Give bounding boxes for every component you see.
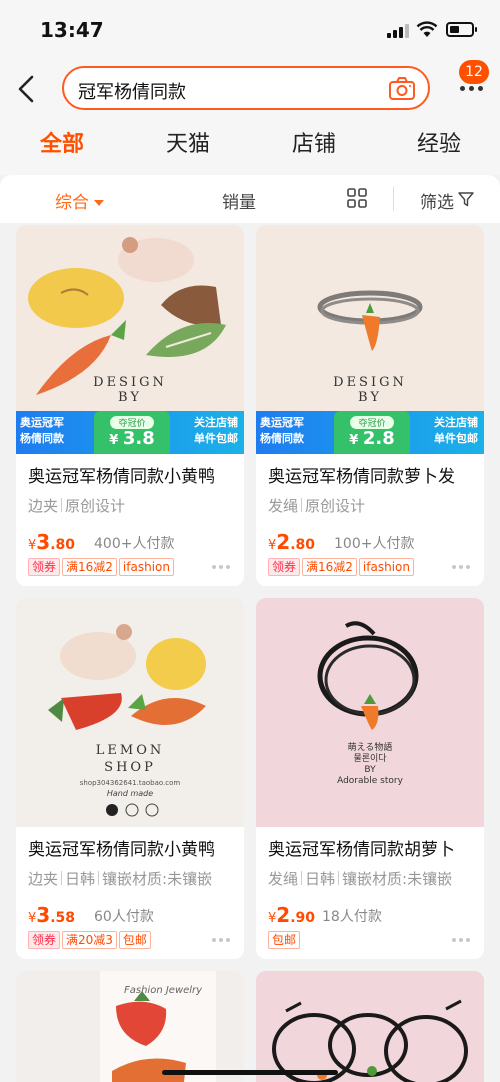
black-hair-tie-illustration — [256, 598, 484, 827]
product-card[interactable]: Fashion Jewelry — [16, 971, 244, 1082]
product-title[interactable]: 奥运冠军杨倩同款小黄鸭 — [28, 462, 238, 487]
card-more-icon[interactable] — [212, 565, 230, 569]
filter-funnel-icon[interactable] — [458, 191, 474, 207]
discount-tag: 满20减3 — [62, 931, 117, 949]
product-image: Fashion Jewelry — [16, 971, 244, 1082]
product-attributes: 发绳 日韩 镶嵌材质:未镶嵌 — [268, 870, 453, 888]
home-indicator — [162, 1070, 338, 1075]
product-attributes: 发绳 原创设计 — [268, 497, 366, 515]
banner-price-box: 夺冠价 ¥ 3.8 — [94, 411, 170, 454]
grid-view-icon[interactable] — [347, 188, 367, 208]
status-bar: 13:47 — [0, 0, 500, 60]
product-title[interactable]: 奥运冠军杨倩同款萝卜发 — [268, 462, 478, 487]
product-price: ¥3.58 — [28, 903, 76, 927]
product-image — [256, 971, 484, 1082]
search-header: 冠军杨倩同款 12 全部 天猫 店铺 经验 — [0, 60, 500, 175]
product-price: ¥2.90 — [268, 903, 316, 927]
search-query-text: 冠军杨倩同款 — [78, 82, 186, 103]
cellular-signal-icon — [387, 24, 409, 38]
image-caption: DESIGN BY — [93, 375, 167, 405]
product-title[interactable]: 奥运冠军杨倩同款小黄鸭 — [28, 835, 238, 860]
product-title[interactable]: 奥运冠军杨倩同款胡萝卜 — [268, 835, 478, 860]
search-input[interactable]: 冠军杨倩同款 — [62, 66, 430, 110]
camera-icon[interactable] — [388, 76, 416, 102]
image-shop-url: shop304362641.taobao.com — [79, 779, 181, 787]
more-options-icon[interactable] — [460, 86, 484, 92]
sales-count: 18人付款 — [322, 909, 382, 925]
caret-down-icon — [94, 200, 104, 206]
product-image: 萌える物語 물론이다 BY Adorable story — [256, 598, 484, 827]
banner-right-text: 关注店铺 单件包邮 — [434, 416, 478, 445]
sort-bar: 综合 销量 筛选 — [0, 175, 500, 223]
tab-tmall[interactable]: 天猫 — [166, 126, 210, 158]
lemon-slices-illustration — [106, 803, 159, 817]
product-image: DESIGN BY 奥运冠军 杨倩同款 夺冠价 ¥ 3.8 关注店铺 单件包邮 — [16, 225, 244, 454]
product-image: LEMON SHOP shop304362641.taobao.com Hand … — [16, 598, 244, 827]
product-card[interactable]: DESIGN BY 奥运冠军 杨倩同款 夺冠价 ¥ 3.8 关注店铺 单件包邮 奥运冠… — [16, 225, 244, 586]
banner-right-text: 关注店铺 单件包邮 — [194, 416, 238, 445]
promo-tags: 领券 满16减2 ifashion — [28, 556, 176, 576]
card-more-icon[interactable] — [452, 938, 470, 942]
banner-left-text: 奥运冠军 杨倩同款 — [260, 416, 304, 445]
ifashion-tag: ifashion — [358, 558, 414, 576]
sales-count: 60人付款 — [94, 909, 154, 925]
status-time: 13:47 — [40, 18, 104, 42]
sort-comprehensive-label: 综合 — [55, 193, 89, 213]
banner-left-text: 奥运冠军 杨倩同款 — [20, 416, 64, 445]
product-card[interactable]: LEMON SHOP shop304362641.taobao.com Hand … — [16, 598, 244, 959]
card-more-icon[interactable] — [452, 565, 470, 569]
image-caption: Fashion Jewelry — [124, 985, 203, 996]
banner-price-value: ¥ 2.8 — [349, 428, 395, 449]
discount-tag: 满16减2 — [302, 558, 357, 576]
hair-ties-set-illustration — [256, 971, 484, 1082]
promo-banner: 奥运冠军 杨倩同款 夺冠价 ¥ 2.8 关注店铺 单件包邮 — [256, 411, 484, 454]
coupon-tag[interactable]: 领券 — [28, 558, 61, 576]
coupon-tag[interactable]: 领券 — [268, 558, 301, 576]
image-caption: 萌える物語 물론이다 BY Adorable story — [337, 743, 403, 786]
banner-price-box: 夺冠价 ¥ 2.8 — [334, 411, 410, 454]
promo-tags: 领券 满20减3 包邮 — [28, 929, 153, 949]
promo-banner: 奥运冠军 杨倩同款 夺冠价 ¥ 3.8 关注店铺 单件包邮 — [16, 411, 244, 454]
message-count-badge[interactable]: 12 — [459, 60, 489, 84]
image-caption: DESIGN BY — [333, 375, 407, 405]
filter-button[interactable]: 筛选 — [420, 188, 454, 213]
tab-experience[interactable]: 经验 — [417, 126, 461, 158]
sort-comprehensive[interactable]: 综合 — [55, 188, 104, 213]
sort-divider — [393, 187, 394, 211]
wifi-icon — [416, 21, 438, 37]
product-attributes: 边夹 原创设计 — [28, 497, 126, 515]
tab-shops[interactable]: 店铺 — [292, 126, 336, 158]
tab-all[interactable]: 全部 — [40, 126, 84, 158]
product-attributes: 边夹 日韩 镶嵌材质:未镶嵌 — [28, 870, 213, 888]
sales-count: 400+人付款 — [94, 536, 175, 552]
free-shipping-tag: 包邮 — [268, 931, 301, 949]
battery-icon — [446, 22, 477, 37]
promo-tags: 领券 满16减2 ifashion — [268, 556, 416, 576]
product-card[interactable]: 萌える物語 물론이다 BY Adorable story 奥运冠军杨倩同款胡萝卜… — [256, 598, 484, 959]
discount-tag: 满16减2 — [62, 558, 117, 576]
sort-sales[interactable]: 销量 — [222, 188, 256, 213]
card-more-icon[interactable] — [212, 938, 230, 942]
product-image: DESIGN BY 奥运冠军 杨倩同款 夺冠价 ¥ 2.8 关注店铺 单件包邮 — [256, 225, 484, 454]
banner-price-value: ¥ 3.8 — [109, 428, 155, 449]
sales-count: 100+人付款 — [334, 536, 415, 552]
ifashion-tag: ifashion — [118, 558, 174, 576]
free-shipping-tag: 包邮 — [118, 931, 151, 949]
back-arrow-icon[interactable] — [14, 74, 40, 104]
image-caption: LEMON SHOP — [95, 743, 165, 775]
image-handmade-text: Hand made — [106, 789, 154, 798]
coupon-tag[interactable]: 领券 — [28, 931, 61, 949]
product-price: ¥3.80 — [28, 530, 76, 554]
search-tabs: 全部 天猫 店铺 经验 — [0, 122, 500, 166]
product-card[interactable] — [256, 971, 484, 1082]
product-card[interactable]: DESIGN BY 奥运冠军 杨倩同款 夺冠价 ¥ 2.8 关注店铺 单件包邮 奥运冠… — [256, 225, 484, 586]
product-price: ¥2.80 — [268, 530, 316, 554]
promo-tags: 包邮 — [268, 929, 302, 949]
